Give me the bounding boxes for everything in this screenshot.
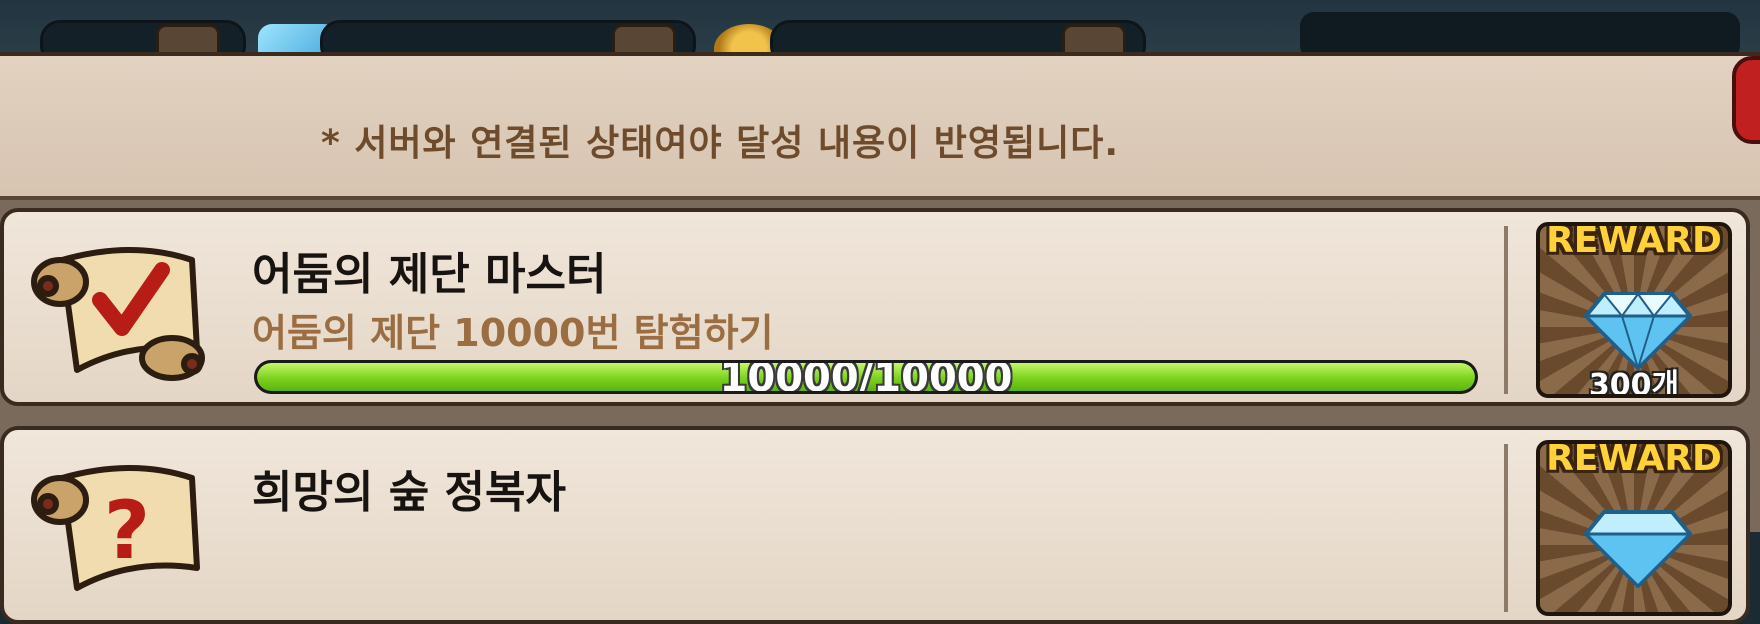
achievement-description: 어둠의 제단 10000번 탐험하기 <box>252 311 774 355</box>
achievement-card: 어둠의 제단 마스터 어둠의 제단 10000번 탐험하기 10000/1000… <box>0 208 1750 406</box>
scroll-question-icon: ? <box>31 465 200 591</box>
card-divider <box>1504 444 1508 612</box>
server-notice: * 서버와 연결된 상태여야 달성 내용이 반영됩니다. <box>320 123 1120 164</box>
card-divider <box>1504 226 1508 394</box>
reward-label: REWARD <box>1546 222 1722 261</box>
progress-text: 10000/10000 <box>719 360 1013 394</box>
notice-header: * 서버와 연결된 상태여야 달성 내용이 반영됩니다. <box>0 56 1760 200</box>
achievement-title: 희망의 숲 정복자 <box>252 467 566 518</box>
svg-text:?: ? <box>104 484 150 577</box>
achievement-window: * 서버와 연결된 상태여야 달성 내용이 반영됩니다. 어둠의 제단 마스터 … <box>0 52 1760 624</box>
achievement-card: ? 희망의 숲 정복자 REWARD <box>0 426 1750 624</box>
reward-button[interactable]: REWARD <box>1536 440 1732 616</box>
diamond-icon <box>1584 292 1692 370</box>
scroll-check-icon <box>31 247 205 381</box>
reward-quantity: 300개 <box>1588 368 1680 398</box>
diamond-icon <box>1584 510 1692 588</box>
achievement-progress-bar: 10000/10000 <box>254 360 1478 394</box>
currency-bar <box>0 0 1760 74</box>
reward-button[interactable]: REWARD 300개 <box>1536 222 1732 398</box>
reward-label: REWARD <box>1546 440 1722 479</box>
close-button[interactable] <box>1732 56 1760 144</box>
achievement-title: 어둠의 제단 마스터 <box>252 249 607 300</box>
